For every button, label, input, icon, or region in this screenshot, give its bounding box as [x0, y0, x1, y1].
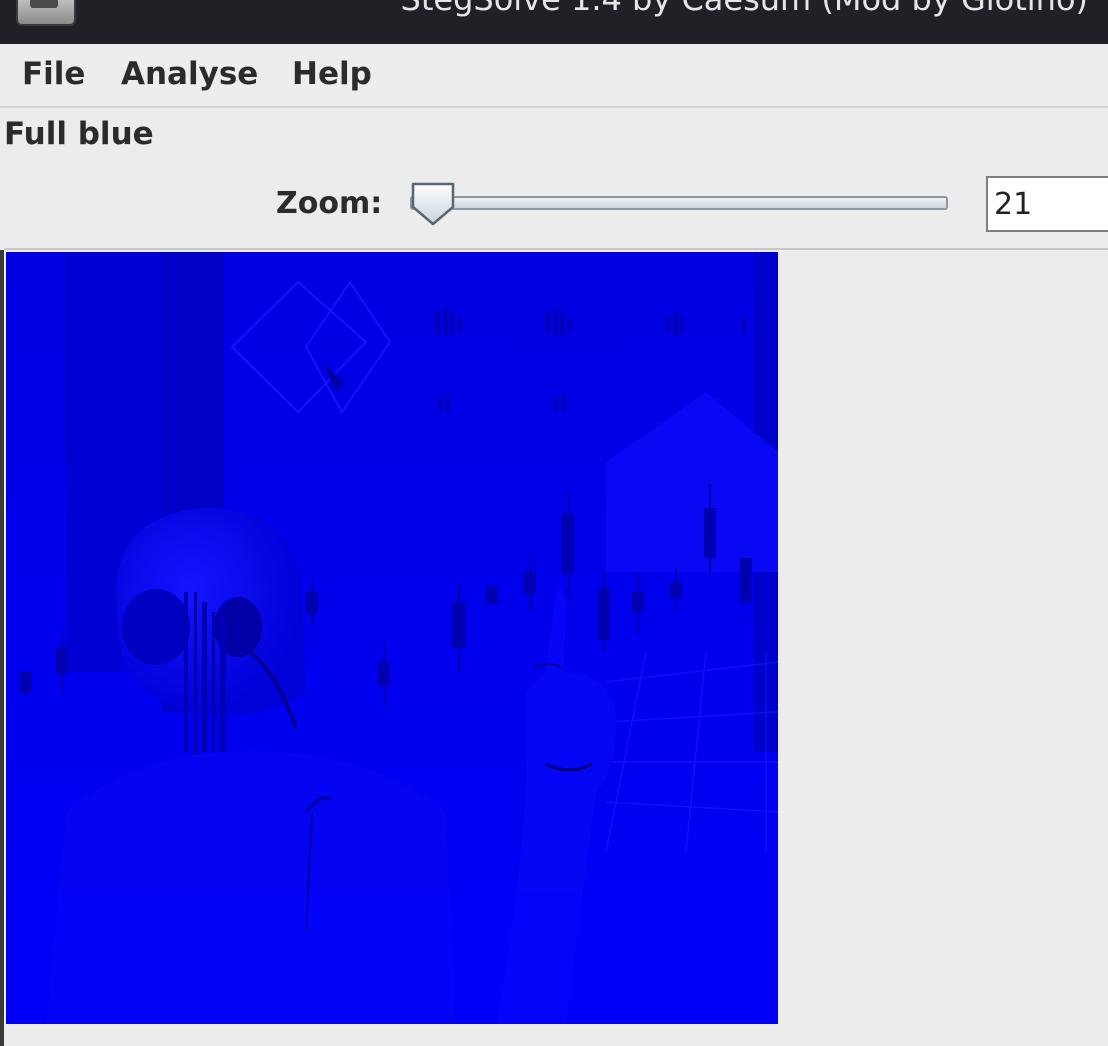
menu-analyse[interactable]: Analyse	[121, 56, 258, 92]
menu-bar: File Analyse Help	[0, 44, 1108, 108]
toolbar-separator	[4, 248, 1108, 250]
app-icon[interactable]	[16, 0, 76, 26]
image-preview	[6, 252, 778, 1024]
menu-help[interactable]: Help	[292, 56, 372, 92]
title-bar: StegSolve 1.4 by Caesum (Mod by Giotino)	[0, 0, 1108, 44]
full-blue-image	[6, 252, 778, 1024]
zoom-label: Zoom:	[276, 186, 383, 221]
zoom-slider[interactable]	[410, 196, 948, 210]
zoom-value-input[interactable]	[986, 176, 1108, 232]
view-mode-label: Full blue	[4, 116, 154, 152]
window-title: StegSolve 1.4 by Caesum (Mod by Giotino)	[401, 0, 1088, 18]
menu-file[interactable]: File	[22, 56, 85, 92]
slider-thumb-icon[interactable]	[410, 181, 456, 227]
window-left-border	[0, 250, 4, 1046]
